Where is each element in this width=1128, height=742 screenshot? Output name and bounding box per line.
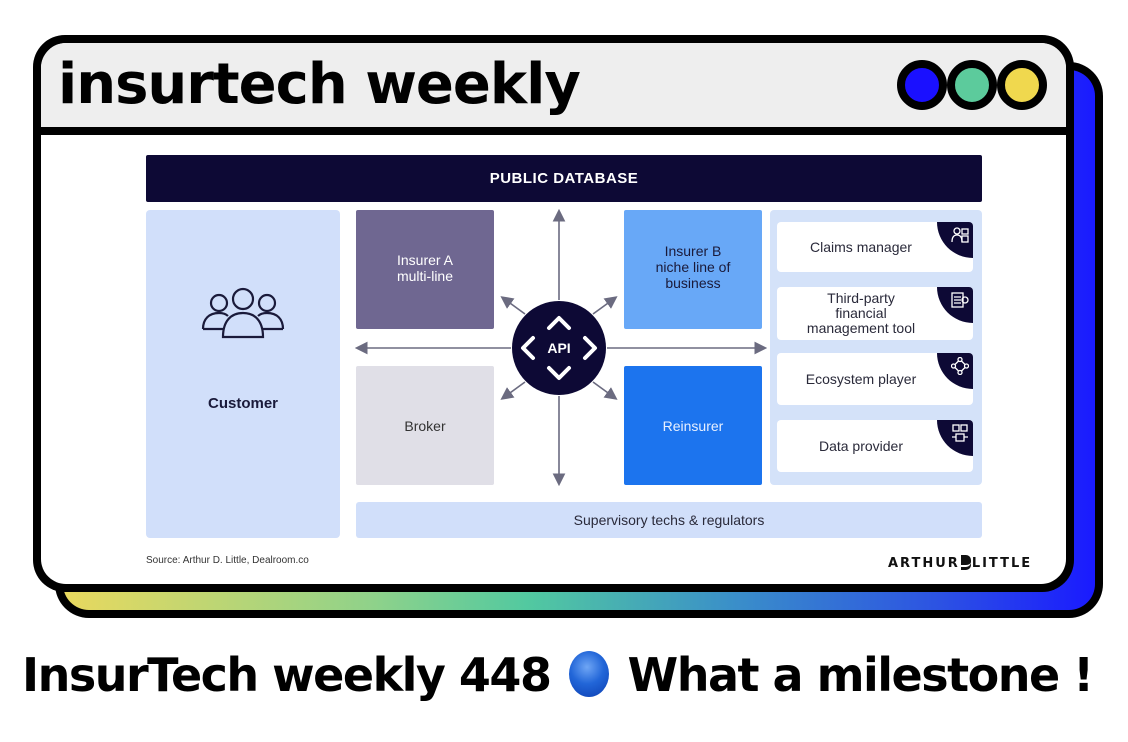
customer-label: Customer [207, 395, 278, 412]
network-nodes-icon [951, 357, 969, 375]
partner-label: management tool [806, 320, 916, 336]
logo-d-mark-icon [960, 555, 971, 567]
reinsurer-box: Reinsurer [624, 366, 762, 485]
caption-part-2: What a milestone ! [627, 648, 1094, 702]
partner-label: financial [835, 305, 887, 321]
group-of-people-icon [201, 287, 285, 339]
insurer-a-title: Insurer A [396, 252, 454, 268]
insurer-b-line2: niche line of [655, 259, 731, 275]
partners-panel: Claims manager Third-party financial manag… [770, 210, 982, 485]
calculator-gear-icon [951, 292, 969, 308]
claims-manager-icon [951, 227, 969, 243]
post-caption: InsurTech weekly 448 What a milestone ! [22, 648, 1094, 702]
partner-card-financial-tool: Third-party financial management tool [777, 287, 973, 340]
partner-label: Claims manager [810, 238, 912, 255]
source-note: Source: Arthur D. Little, Dealroom.co [146, 555, 309, 566]
logo-left: ARTHUR [888, 556, 960, 571]
insurer-b-box: Insurer Bniche line of business [624, 210, 762, 329]
arthur-little-logo: ARTHUR LITTLE [888, 555, 1032, 571]
customer-panel: Customer [146, 210, 340, 538]
public-database-bar: PUBLIC DATABASE [146, 155, 982, 202]
partner-card-data-provider: Data provider [777, 420, 973, 472]
partner-card-claims-manager: Claims manager [777, 222, 973, 272]
supervisory-bar: Supervisory techs & regulators [356, 502, 982, 538]
insurer-b-line3: business [665, 275, 721, 291]
insurer-b-title: Insurer B [664, 243, 722, 259]
caption-part-1: InsurTech weekly 448 [22, 648, 552, 702]
data-documents-icon [952, 424, 968, 442]
api-label: API [547, 340, 570, 356]
broker-box: Broker [356, 366, 494, 485]
partner-card-ecosystem-player: Ecosystem player [777, 353, 973, 405]
api-hub: API [512, 301, 606, 395]
insurer-a-box: Insurer Amulti-line [356, 210, 494, 329]
blue-circle-emoji-icon [568, 651, 609, 697]
partner-label: Data provider [818, 437, 904, 454]
partner-label: Ecosystem player [805, 370, 917, 387]
insurer-a-subtitle: multi-line [396, 268, 453, 284]
partner-label: Third-party [827, 290, 895, 306]
logo-right: LITTLE [971, 556, 1033, 571]
